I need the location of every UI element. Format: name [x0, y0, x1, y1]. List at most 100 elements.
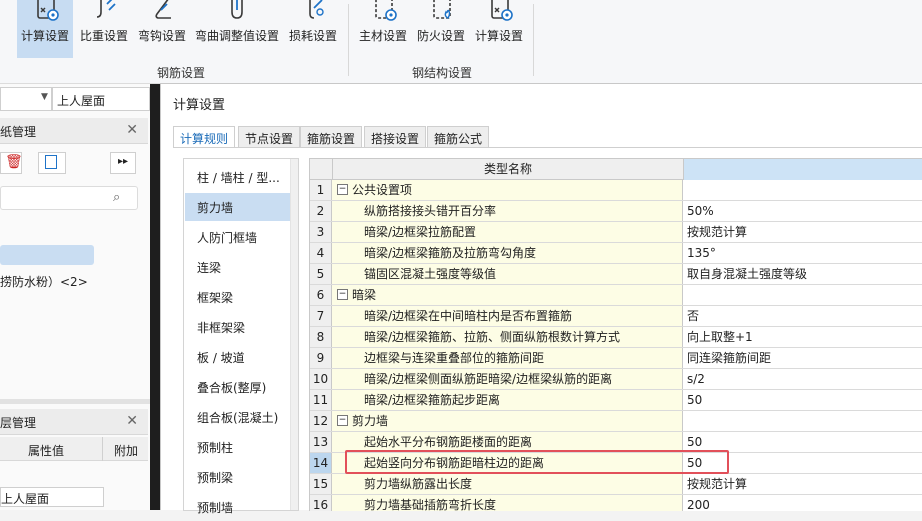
row-value-cell[interactable]: 同连梁箍筋间距 [683, 348, 922, 368]
row-name-cell: 边框梁与连梁重叠部位的箍筋间距 [332, 348, 683, 368]
setting-label: 边框梁与连梁重叠部位的箍筋间距 [364, 351, 545, 365]
group-row[interactable]: 6− 暗梁 [310, 285, 922, 306]
category-item[interactable]: 预制墙 [185, 493, 291, 521]
row-value-cell[interactable]: s/2 [683, 369, 922, 389]
close-icon[interactable]: ✕ [126, 413, 138, 429]
table-row[interactable]: 16 剪力墙基础插筋弯折长度 200 [310, 495, 922, 511]
table-row[interactable]: 11 暗梁/边框梁箍筋起步距离 50 [310, 390, 922, 411]
row-value-cell[interactable]: 按规范计算 [683, 222, 922, 242]
category-item[interactable]: 非框架梁 [185, 313, 291, 341]
setting-label: 纵筋搭接接头错开百分率 [364, 204, 497, 218]
row-value-cell[interactable]: 否 [683, 306, 922, 326]
search-input[interactable]: ⌕ [0, 186, 138, 210]
setting-label: 暗梁/边框梁箍筋起步距离 [364, 393, 501, 407]
ribbon-button-label: 比重设置 [79, 29, 128, 43]
row-value-cell[interactable]: 50% [683, 201, 922, 221]
row-value-cell[interactable]: 200 [683, 495, 922, 511]
category-item[interactable]: 预制梁 [185, 463, 291, 491]
category-item[interactable]: 人防门框墙 [185, 223, 291, 251]
category-item[interactable]: 柱 / 墙柱 / 型... [185, 163, 291, 191]
panel-splitter[interactable] [0, 399, 150, 404]
group-row[interactable]: 12− 剪力墙 [310, 411, 922, 432]
ribbon-loss-button[interactable]: 损耗设置 [285, 0, 341, 58]
tab-stirrup-settings[interactable]: 箍筋设置 [300, 126, 363, 148]
floor-select-value: 上人屋面 [57, 94, 106, 108]
close-icon[interactable]: ✕ [126, 122, 138, 138]
hook-icon [145, 0, 179, 28]
floor-dropdown-left[interactable]: ▼ [0, 87, 52, 111]
category-item[interactable]: 预制柱 [185, 433, 291, 461]
row-name-cell: 暗梁/边框梁箍筋起步距离 [332, 390, 683, 410]
grid-header: 类型名称 [310, 159, 922, 180]
group-label: 公共设置项 [352, 183, 413, 197]
chevron-down-icon: ▼ [41, 92, 48, 102]
row-name-cell: − 剪力墙 [332, 411, 683, 431]
table-row[interactable]: 2 纵筋搭接接头错开百分率 50% [310, 201, 922, 222]
table-row[interactable]: 15 剪力墙纵筋露出长度 按规范计算 [310, 474, 922, 495]
row-number: 16 [310, 495, 332, 511]
table-row[interactable]: 7 暗梁/边框梁在中间暗柱内是否布置箍筋 否 [310, 306, 922, 327]
row-name-cell: 剪力墙基础插筋弯折长度 [332, 495, 683, 511]
tab-stirrup-formula[interactable]: 箍筋公式 [427, 126, 490, 148]
setting-label: 锚固区混凝土强度等级值 [364, 267, 497, 281]
ribbon-calc-settings-button[interactable]: 计算设置 [17, 0, 73, 58]
list-item[interactable]: 捞防水粉）<2> [0, 273, 88, 290]
ribbon-fireproof-button[interactable]: 防火设置 [413, 0, 469, 58]
category-item[interactable]: 连梁 [185, 253, 291, 281]
tab-calc-rules[interactable]: 计算规则 [173, 126, 236, 148]
dialog-title: 计算设置 [173, 98, 226, 113]
setting-label: 暗梁/边框梁在中间暗柱内是否布置箍筋 [364, 309, 573, 323]
category-item[interactable]: 组合板(混凝土) [185, 403, 291, 431]
attr-value-text: 上人屋面 [1, 492, 50, 506]
group-label-steel: 钢结构设置 [412, 66, 473, 80]
row-number: 11 [310, 390, 332, 410]
row-value-cell[interactable]: 向上取整+1 [683, 327, 922, 347]
table-row[interactable]: 9 边框梁与连梁重叠部位的箍筋间距 同连梁箍筋间距 [310, 348, 922, 369]
ribbon-bend-adjust-button[interactable]: 弯曲调整值设置 [193, 0, 281, 58]
row-number: 9 [310, 348, 332, 368]
group-row[interactable]: 1− 公共设置项 [310, 180, 922, 201]
tab-lap-settings[interactable]: 搭接设置 [364, 126, 427, 148]
layer-mgmt-header: 层管理 ✕ [0, 409, 148, 435]
row-value-cell[interactable]: 按规范计算 [683, 474, 922, 494]
canvas-strip [150, 84, 160, 510]
floor-select[interactable]: 上人屋面 [52, 87, 150, 111]
category-item[interactable]: 叠合板(整厚) [185, 373, 291, 401]
table-row[interactable]: 4 暗梁/边框梁箍筋及拉筋弯勾角度 135° [310, 243, 922, 264]
ribbon-steel-calc-settings-button[interactable]: 计算设置 [471, 0, 527, 58]
category-item[interactable]: 板 / 坡道 [185, 343, 291, 371]
tab-node-settings[interactable]: 节点设置 [238, 126, 301, 148]
row-value-cell[interactable]: 135° [683, 243, 922, 263]
group-label: 剪力墙 [352, 414, 389, 428]
row-value-cell[interactable]: 取自身混凝土强度等级 [683, 264, 922, 284]
table-row[interactable]: 3 暗梁/边框梁拉筋配置 按规范计算 [310, 222, 922, 243]
search-icon: ⌕ [113, 190, 121, 205]
left-panel: ▼ 上人屋面 纸管理 ✕ 🗑 ▸▸ ⌕ 捞防水粉）<2> 层管理 ✕ 属性值 附… [0, 84, 150, 510]
ribbon-hook-button[interactable]: 弯钩设置 [135, 0, 189, 58]
collapse-icon[interactable]: − [337, 415, 348, 426]
category-scrollbar[interactable] [290, 159, 298, 510]
category-item-selected[interactable]: 剪力墙 [185, 193, 291, 221]
ribbon-weight-ratio-button[interactable]: 比重设置 [77, 0, 131, 58]
expand-button[interactable]: ▸▸ [110, 152, 136, 174]
selected-tree-item[interactable] [0, 245, 94, 265]
attr-value-field[interactable]: 上人屋面 [0, 487, 104, 507]
tab-underline [173, 147, 922, 148]
trash-icon: 🗑 [5, 154, 23, 170]
table-row[interactable]: 10 暗梁/边框梁侧面纵筋距暗梁/边框梁纵筋的距离 s/2 [310, 369, 922, 390]
copy-button[interactable] [38, 152, 66, 174]
table-row[interactable]: 5 锚固区混凝土强度等级值 取自身混凝土强度等级 [310, 264, 922, 285]
row-value-cell[interactable]: 50 [683, 432, 922, 452]
collapse-icon[interactable]: − [337, 289, 348, 300]
table-row[interactable]: 8 暗梁/边框梁箍筋、拉筋、侧面纵筋根数计算方式 向上取整+1 [310, 327, 922, 348]
bend-adjust-icon [220, 0, 254, 28]
ribbon-main-material-button[interactable]: 主材设置 [355, 0, 411, 58]
delete-button[interactable]: 🗑 [0, 152, 23, 174]
fireproof-icon [424, 0, 458, 28]
ribbon-button-label: 弯曲调整值设置 [194, 29, 279, 43]
collapse-icon[interactable]: − [337, 184, 348, 195]
row-value-cell[interactable]: 50 [683, 390, 922, 410]
row-number: 10 [310, 369, 332, 389]
row-name-cell: − 暗梁 [332, 285, 683, 305]
category-item[interactable]: 框架梁 [185, 283, 291, 311]
